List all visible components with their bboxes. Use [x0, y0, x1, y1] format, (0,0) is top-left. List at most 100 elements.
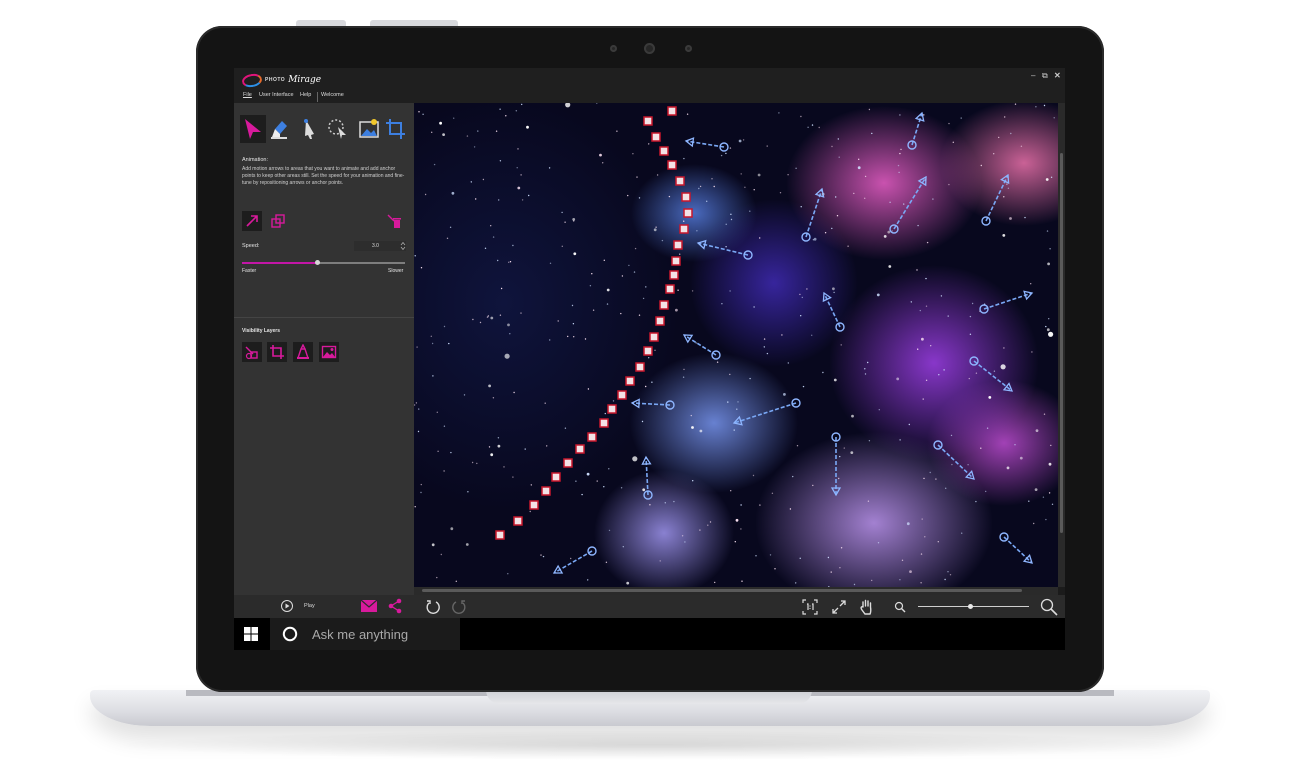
anchor-point[interactable] — [607, 404, 617, 414]
anchor-point[interactable] — [563, 458, 573, 468]
menu-user-interface[interactable]: User Interface — [259, 92, 294, 98]
menu-file[interactable]: File — [243, 92, 252, 98]
anchor-point[interactable] — [635, 362, 645, 372]
fit-screen-button[interactable] — [830, 598, 848, 616]
lasso-tool[interactable] — [324, 115, 350, 143]
anchor-point[interactable] — [683, 208, 693, 218]
delete-arrows-button[interactable] — [384, 211, 404, 231]
anchor-point[interactable] — [541, 486, 551, 496]
minimize-button[interactable]: – — [1031, 71, 1035, 80]
menu-welcome[interactable]: Welcome — [321, 92, 344, 98]
anchor-point[interactable] — [643, 116, 653, 126]
speed-input[interactable] — [354, 241, 406, 251]
anchor-point[interactable] — [495, 530, 505, 540]
logo-swoosh-icon — [241, 71, 263, 89]
motion-arrow-line[interactable] — [733, 402, 797, 424]
motion-arrow-line[interactable] — [697, 242, 749, 256]
anchor-point[interactable] — [643, 346, 653, 356]
anchor-point[interactable] — [551, 472, 561, 482]
panel-divider — [234, 317, 414, 318]
layer-image-toggle[interactable] — [319, 342, 339, 362]
speed-slider-knob[interactable] — [314, 260, 320, 265]
play-button[interactable] — [280, 599, 294, 613]
motion-arrow-line[interactable] — [683, 334, 717, 356]
undo-button[interactable] — [424, 598, 442, 616]
anchor-point[interactable] — [673, 240, 683, 250]
share-button[interactable] — [386, 598, 404, 614]
crop-tool[interactable] — [382, 115, 408, 143]
motion-arrow-line[interactable] — [645, 456, 649, 496]
motion-arrow-head[interactable] — [1023, 290, 1034, 301]
anchor-point[interactable] — [651, 132, 661, 142]
motion-arrow-line[interactable] — [1003, 536, 1033, 564]
selection-tool[interactable] — [298, 115, 324, 143]
motion-arrow-line[interactable] — [631, 402, 671, 406]
crop-layer-icon — [270, 345, 284, 359]
zoom-in-button[interactable] — [1039, 597, 1059, 617]
motion-arrow-head[interactable] — [814, 187, 825, 198]
speed-slider[interactable] — [242, 260, 405, 265]
motion-arrow-head[interactable] — [917, 175, 927, 187]
zoom-slider[interactable] — [918, 604, 1029, 609]
menu-help[interactable]: Help — [300, 92, 311, 98]
actual-size-button[interactable] — [801, 598, 819, 616]
animation-heading: Animation: — [242, 157, 268, 163]
email-button[interactable] — [360, 598, 378, 614]
anchor-point[interactable] — [675, 176, 685, 186]
pan-button[interactable] — [858, 598, 876, 616]
photo-canvas[interactable] — [414, 103, 1058, 587]
anchor-point[interactable] — [679, 224, 689, 234]
layer-mask-toggle[interactable] — [293, 342, 313, 362]
motion-arrow-head[interactable] — [914, 111, 925, 122]
anchor-point[interactable] — [667, 160, 677, 170]
anchor-point[interactable] — [599, 418, 609, 428]
motion-arrow-line[interactable] — [823, 292, 841, 328]
anchor-point[interactable] — [529, 500, 539, 510]
pink-arrow-cursor-icon — [245, 119, 261, 139]
motion-arrow-button[interactable] — [242, 211, 262, 231]
picture-sparkle-icon — [359, 119, 379, 138]
layer-crop-toggle[interactable] — [267, 342, 287, 362]
vertical-scrollbar[interactable] — [1058, 103, 1065, 587]
restore-button[interactable]: ⧉ — [1042, 71, 1048, 81]
cortana-search-box[interactable] — [270, 618, 460, 650]
motion-arrow-line[interactable] — [893, 176, 927, 230]
motion-arrow-head[interactable] — [822, 291, 832, 303]
horizontal-scrollbar[interactable] — [414, 587, 1058, 595]
anchor-point[interactable] — [659, 300, 669, 310]
motion-arrow-head[interactable] — [1000, 173, 1010, 185]
anchor-point[interactable] — [681, 192, 691, 202]
zoom-out-button[interactable] — [893, 600, 907, 614]
title-bar: PHOTO Mirage – ⧉ ✕ — [234, 68, 1065, 90]
actual-size-icon — [802, 599, 818, 615]
anchor-point[interactable] — [649, 332, 659, 342]
anchor-point[interactable] — [587, 432, 597, 442]
image-tool[interactable] — [356, 115, 382, 143]
anchor-point[interactable] — [513, 516, 523, 526]
vertical-scroll-thumb[interactable] — [1060, 153, 1063, 533]
motion-arrow-head[interactable] — [684, 137, 695, 148]
mask-tool[interactable] — [266, 115, 292, 143]
start-button[interactable] — [243, 626, 259, 642]
anchor-point[interactable] — [625, 376, 635, 386]
anchor-point[interactable] — [659, 146, 669, 156]
motion-arrow-head[interactable] — [696, 239, 707, 250]
anchor-point[interactable] — [575, 444, 585, 454]
close-button[interactable]: ✕ — [1054, 71, 1061, 80]
anchor-point[interactable] — [665, 284, 675, 294]
animation-arrow-tool[interactable] — [240, 115, 266, 143]
anchor-point[interactable] — [671, 256, 681, 266]
redo-button[interactable] — [450, 598, 468, 616]
anchor-point[interactable] — [617, 390, 627, 400]
motion-arrow-line[interactable] — [985, 174, 1009, 222]
anchor-point[interactable] — [667, 106, 677, 116]
spinner-arrows-icon[interactable] — [400, 241, 406, 251]
anchor-point[interactable] — [669, 270, 679, 280]
horizontal-scroll-thumb[interactable] — [422, 589, 1022, 592]
motion-arrow-head[interactable] — [732, 415, 743, 426]
anchor-point[interactable] — [655, 316, 665, 326]
anchor-point-button[interactable] — [268, 211, 288, 231]
layer-anchors-toggle[interactable] — [242, 342, 262, 362]
zoom-slider-knob[interactable] — [968, 604, 974, 609]
search-input[interactable] — [312, 626, 452, 642]
